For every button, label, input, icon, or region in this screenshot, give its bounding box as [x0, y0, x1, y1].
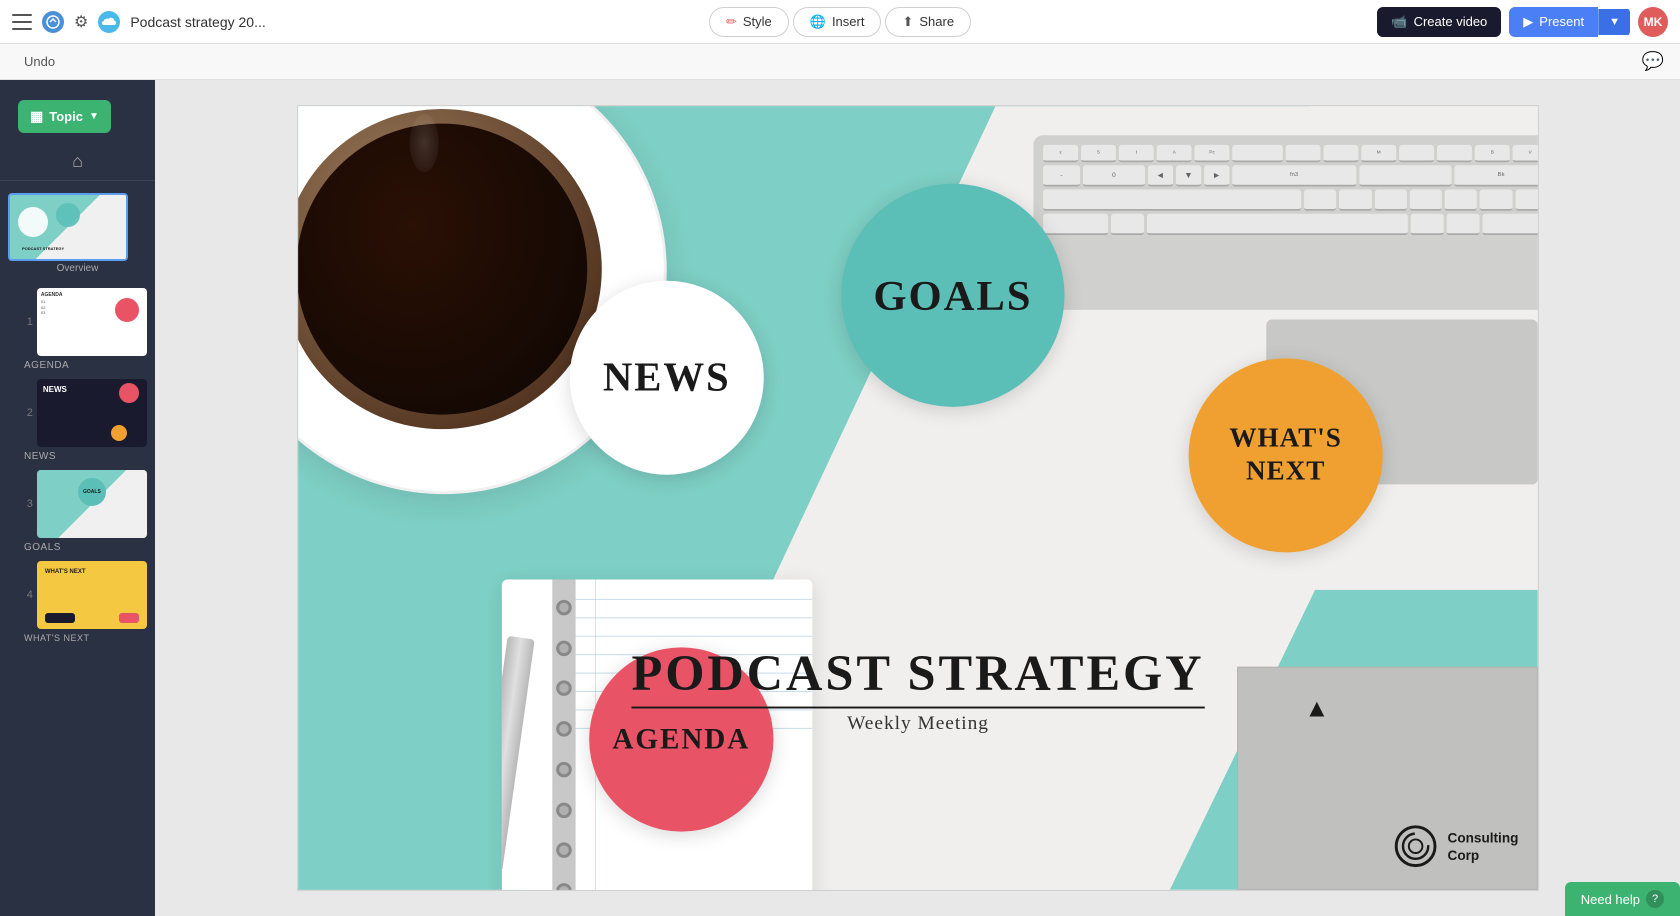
insert-icon: 🌐	[810, 14, 826, 30]
create-video-button[interactable]: 📹 Create video	[1377, 7, 1501, 37]
insert-label: Insert	[832, 14, 865, 29]
present-button-group: ▶ Present ▼	[1509, 7, 1630, 37]
slide-thumb-2[interactable]: NEWS	[37, 379, 147, 447]
topbar-left: ⚙ Podcast strategy 20...	[12, 11, 697, 33]
slide-number-3: 3	[20, 498, 33, 510]
title-line	[631, 707, 1204, 709]
sidebar: ▦ Topic ▼ ⌂ PODCAST STRATEGY Overview 1	[0, 80, 155, 916]
slide-label-1: AGENDA	[20, 358, 155, 375]
slide-number-2: 2	[20, 407, 33, 419]
slide-thumb-4[interactable]: WHAT'S NEXT	[37, 561, 147, 629]
slide-row-3: 3 GOALS	[20, 470, 147, 538]
present-button[interactable]: ▶ Present	[1509, 7, 1598, 37]
menu-icon[interactable]	[12, 14, 32, 30]
slide-row-2: 2 NEWS	[20, 379, 147, 447]
slide-number-4: 4	[20, 589, 33, 601]
need-help-label: Need help	[1581, 892, 1640, 907]
cloud-icon[interactable]	[98, 11, 120, 33]
overview-thumb: PODCAST STRATEGY	[8, 193, 128, 261]
chat-icon: 💬	[1642, 51, 1664, 71]
create-video-label: Create video	[1414, 14, 1488, 29]
news-text: NEWS	[602, 354, 730, 401]
help-icon: ?	[1646, 890, 1664, 908]
coffee-cup	[297, 109, 602, 429]
logo-swirl-icon	[1391, 822, 1440, 871]
share-icon: ⬆	[902, 14, 913, 30]
slide-canvas[interactable]: ε 5 t A Pc M B V - 0 ◄	[297, 105, 1539, 891]
whats-next-text: WHAT'SNEXT	[1229, 423, 1341, 488]
avatar[interactable]: MK	[1638, 7, 1668, 37]
topbar-right: 📹 Create video ▶ Present ▼ MK	[983, 7, 1668, 37]
overview-slide-item[interactable]: PODCAST STRATEGY Overview	[8, 193, 147, 280]
news-circle: NEWS	[569, 281, 763, 475]
slide-label-3: GOALS	[20, 540, 155, 557]
home-icon[interactable]: ⌂	[72, 151, 83, 172]
topic-icon: ▦	[30, 108, 43, 125]
need-help-button[interactable]: Need help ?	[1565, 882, 1680, 916]
main-subtitle: Weekly Meeting	[631, 712, 1204, 734]
main-layout: ▦ Topic ▼ ⌂ PODCAST STRATEGY Overview 1	[0, 80, 1680, 916]
overview-label: Overview	[8, 261, 147, 280]
topic-label: Topic	[49, 109, 83, 124]
whats-next-circle: WHAT'SNEXT	[1188, 358, 1382, 552]
slide-number-1: 1	[20, 316, 33, 328]
consulting-logo: ConsultingCorp	[1391, 822, 1518, 871]
main-title-area: PODCAST STRATEGY Weekly Meeting	[631, 645, 1204, 734]
topbar-center: ✏ Style 🌐 Insert ⬆ Share	[709, 7, 971, 37]
main-title: PODCAST STRATEGY	[631, 645, 1204, 702]
undo-button[interactable]: Undo	[16, 50, 63, 73]
insert-button[interactable]: 🌐 Insert	[793, 7, 882, 37]
chat-icon-button[interactable]: 💬	[1642, 51, 1664, 72]
goals-circle: GOALS	[841, 184, 1064, 407]
topic-button[interactable]: ▦ Topic ▼	[18, 100, 111, 133]
keyboard: ε 5 t A Pc M B V - 0 ◄	[1033, 135, 1538, 310]
secondbar: Undo 💬	[0, 44, 1680, 80]
slide-row-4: 4 WHAT'S NEXT	[20, 561, 147, 629]
canvas-area: ε 5 t A Pc M B V - 0 ◄	[155, 80, 1680, 916]
slide-thumb-1[interactable]: AGENDA 01 02 03	[37, 288, 147, 356]
video-icon: 📹	[1391, 14, 1407, 30]
slide-label-4: WHAT'S NEXT	[20, 631, 155, 647]
app-logo	[42, 11, 64, 33]
pen	[501, 636, 534, 870]
doc-title: Podcast strategy 20...	[130, 14, 265, 30]
play-icon: ▶	[1523, 14, 1533, 30]
slide-thumb-3[interactable]: GOALS	[37, 470, 147, 538]
share-label: Share	[919, 14, 954, 29]
style-button[interactable]: ✏ Style	[709, 7, 789, 37]
topic-dropdown-arrow: ▼	[89, 111, 99, 122]
slide-row-1: 1 AGENDA 01 02 03	[20, 288, 147, 356]
style-label: Style	[743, 14, 772, 29]
logo-text: ConsultingCorp	[1447, 829, 1518, 864]
home-area: ⌂	[0, 147, 155, 181]
share-button[interactable]: ⬆ Share	[885, 7, 971, 37]
goals-text: GOALS	[873, 271, 1032, 320]
topbar: ⚙ Podcast strategy 20... ✏ Style 🌐 Inser…	[0, 0, 1680, 44]
slide-label-2: NEWS	[20, 449, 155, 466]
style-icon: ✏	[726, 14, 737, 30]
settings-icon[interactable]: ⚙	[74, 12, 88, 32]
present-label: Present	[1539, 14, 1584, 29]
present-dropdown[interactable]: ▼	[1598, 9, 1630, 35]
